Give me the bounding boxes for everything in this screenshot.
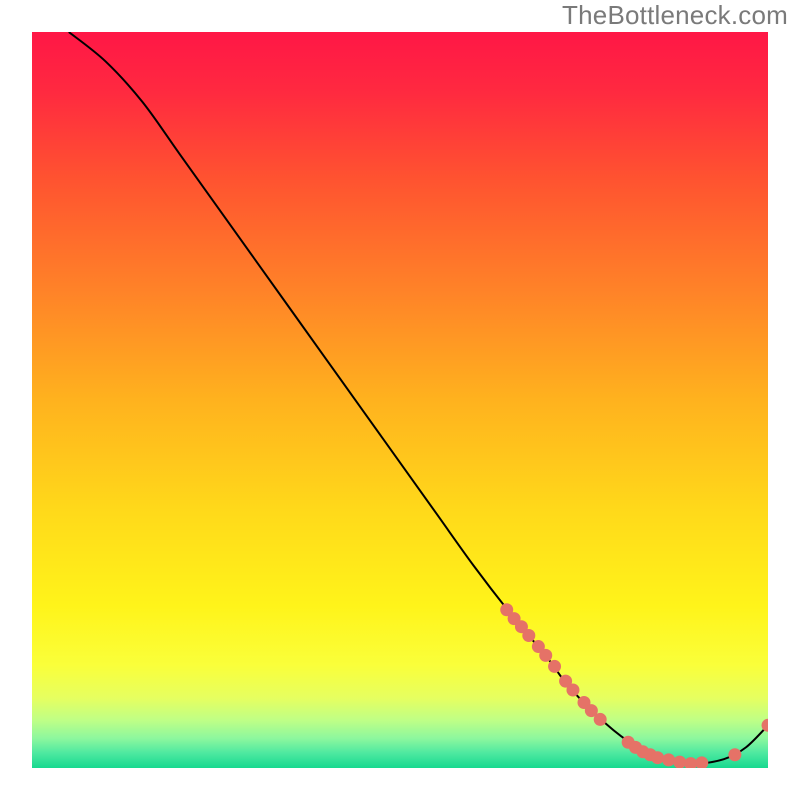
data-marker — [762, 719, 775, 732]
data-marker — [695, 756, 708, 769]
data-marker — [684, 757, 697, 770]
data-marker — [522, 629, 535, 642]
gradient-background — [32, 32, 768, 768]
bottleneck-chart — [0, 0, 800, 800]
data-marker — [728, 748, 741, 761]
data-marker — [566, 683, 579, 696]
chart-frame: TheBottleneck.com — [0, 0, 800, 800]
data-marker — [651, 751, 664, 764]
data-marker — [548, 660, 561, 673]
data-marker — [662, 753, 675, 766]
data-marker — [673, 756, 686, 769]
data-marker — [539, 649, 552, 662]
data-marker — [594, 713, 607, 726]
watermark-text: TheBottleneck.com — [562, 0, 788, 31]
